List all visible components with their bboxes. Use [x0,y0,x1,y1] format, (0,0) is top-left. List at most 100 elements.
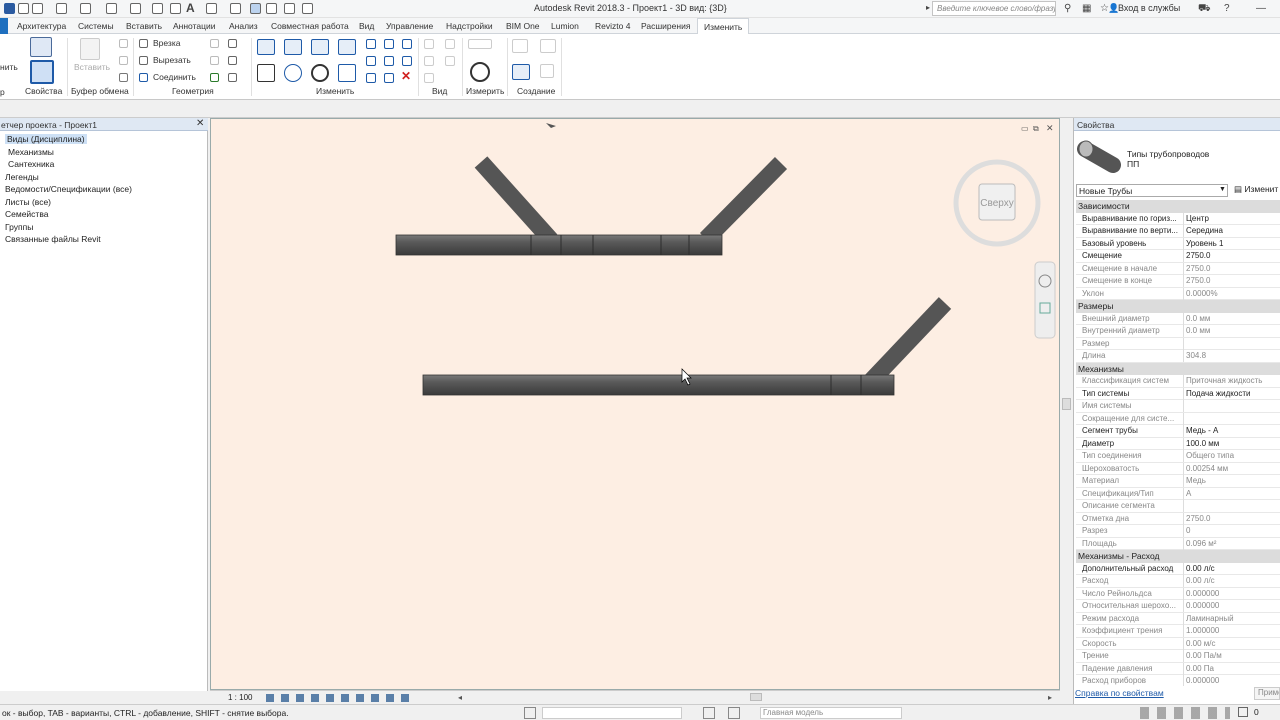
property-row[interactable]: Разрез 0 [1076,525,1280,538]
help-icon[interactable]: ? [1224,3,1230,14]
property-value[interactable]: 2750.0 [1183,250,1280,262]
design-option-dropdown[interactable]: Главная модель [760,707,902,719]
reveal-hidden-icon[interactable] [424,73,434,83]
tab-collaborate[interactable]: Совместная работа [271,21,349,31]
property-row[interactable]: Материал Медь [1076,475,1280,488]
create-similar-icon[interactable] [540,64,554,78]
search-expand-icon[interactable]: ▸ [926,3,930,12]
save-icon[interactable] [18,3,29,14]
paint-icon[interactable] [210,56,219,65]
subscription-icon[interactable]: ▦ [1082,3,1091,14]
view-scale[interactable]: 1 : 100 [228,693,252,702]
property-value[interactable]: Уровень 1 [1183,237,1280,250]
cope-icon[interactable] [139,39,148,48]
property-row[interactable]: Имя системы [1076,400,1280,413]
section-icon[interactable] [230,3,241,14]
text-tool-icon[interactable]: A [186,1,195,15]
binoculars-icon[interactable]: ⚲ [1064,3,1071,14]
tree-item-revit-links[interactable]: Связанные файлы Revit [5,234,101,244]
scroll-right-icon[interactable]: ▸ [1048,693,1052,702]
property-row[interactable]: Сокращение для систе... [1076,412,1280,425]
property-row[interactable]: Классификация систем Приточная жидкость [1076,375,1280,388]
cart-icon[interactable]: ⛟ [1198,3,1211,16]
tree-item-schedules[interactable]: Ведомости/Спецификации (все) [5,184,132,194]
property-row[interactable]: Базовый уровень Уровень 1 [1076,237,1280,250]
property-row[interactable]: Размер [1076,337,1280,350]
filter-icon[interactable] [1238,707,1248,717]
tab-manage[interactable]: Управление [386,21,433,31]
scale-icon[interactable] [366,56,376,66]
horizontal-scroll-thumb[interactable] [750,693,762,701]
property-value[interactable]: Медь - А [1183,425,1280,437]
array-icon[interactable] [402,39,412,49]
property-row[interactable]: Сегмент трубы Медь - А [1076,425,1280,438]
thin-lines-icon[interactable] [250,3,261,14]
copy-clipboard-icon[interactable] [119,56,128,65]
design-options-icon[interactable] [728,707,740,719]
trim-extend-icon[interactable] [338,64,356,82]
pipe-branch-left[interactable] [474,156,558,246]
property-row[interactable]: Относительная шерохо... 0.000000 [1076,600,1280,613]
join-icon[interactable] [139,73,148,82]
split-element-icon[interactable] [366,39,376,49]
property-row[interactable]: Расход 0.00 л/с [1076,575,1280,588]
property-row[interactable]: Спецификация/Тип A [1076,487,1280,500]
create-assembly-icon[interactable] [512,39,528,53]
type-selector[interactable]: Новые Трубы ▼ [1076,184,1228,197]
create-group-icon[interactable] [512,64,530,80]
property-row[interactable]: Режим расхода Ламинарный [1076,612,1280,625]
measure-between-icon[interactable] [470,62,490,82]
edit-type-button[interactable]: ▤ Изменит [1234,184,1278,195]
minimize-icon[interactable]: — [1256,3,1266,14]
hide-in-view-icon[interactable] [445,39,455,49]
split-gap-icon[interactable] [384,39,394,49]
tree-item-groups[interactable]: Группы [5,222,33,232]
tab-lumion[interactable]: Lumion [551,21,579,31]
property-row[interactable]: Смещение в начале 2750.0 [1076,262,1280,275]
linework-icon[interactable] [424,56,434,66]
property-row[interactable]: Коэффициент трения 1.000000 [1076,625,1280,638]
login-menu[interactable]: Вход в службы [1118,3,1180,13]
3d-view-canvas[interactable]: Сверху ▭ ⧉ ✕ [210,118,1060,690]
property-row[interactable]: Число Рейнольдса 0.000000 [1076,587,1280,600]
property-category[interactable]: Механизмы - Расход [1076,550,1280,563]
switch-windows-icon[interactable] [284,3,295,14]
redo-icon[interactable] [80,3,91,14]
property-category[interactable]: Механизмы [1076,362,1280,375]
property-row[interactable]: Тип системы Подача жидкости [1076,387,1280,400]
pipe-fragment[interactable] [546,123,556,128]
modify-tool-label[interactable]: нить [0,62,18,72]
property-row[interactable]: Расход приборов 0.000000 [1076,675,1280,686]
workset-icon[interactable] [524,707,536,719]
close-hidden-icon[interactable] [266,3,277,14]
customize-qat-icon[interactable] [302,3,313,14]
tree-item-views[interactable]: Виды (Дисциплина) [5,134,87,144]
property-row[interactable]: Дополнительный расход 0.00 л/с [1076,562,1280,575]
trim-multiple-icon[interactable] [384,56,394,66]
property-row[interactable]: Смещение в конце 2750.0 [1076,275,1280,288]
property-category[interactable]: Размеры [1076,300,1280,313]
array-radial-icon[interactable] [384,73,394,83]
property-category[interactable]: Зависимости [1076,200,1280,213]
vertical-scrollbar[interactable] [1062,118,1072,704]
sync-icon[interactable] [32,3,43,14]
paste-label[interactable]: Вставить [74,62,110,72]
tab-systems[interactable]: Системы [78,21,114,31]
cope-button[interactable]: Врезка [153,38,180,48]
properties-help-link[interactable]: Справка по свойствам [1075,688,1164,698]
mirror-draw-axis-icon[interactable] [338,39,356,55]
tab-revizto[interactable]: Revizto 4 [595,21,630,31]
delete-icon[interactable]: ✕ [401,69,411,83]
workset-dropdown[interactable] [542,707,682,719]
tab-addins[interactable]: Надстройки [446,21,493,31]
undo-icon[interactable] [56,3,67,14]
paste-icon[interactable] [80,38,100,60]
tag-icon[interactable] [170,3,181,14]
property-row[interactable]: Трение 0.00 Па/м [1076,650,1280,663]
pipe-main-upper[interactable] [395,234,723,256]
navigation-bar[interactable] [1034,261,1056,339]
aligned-dimension-icon[interactable] [468,39,492,49]
properties-icon[interactable] [30,60,54,84]
view-restore-icon[interactable]: ⧉ [1033,124,1039,134]
type-properties-icon[interactable] [30,37,52,57]
